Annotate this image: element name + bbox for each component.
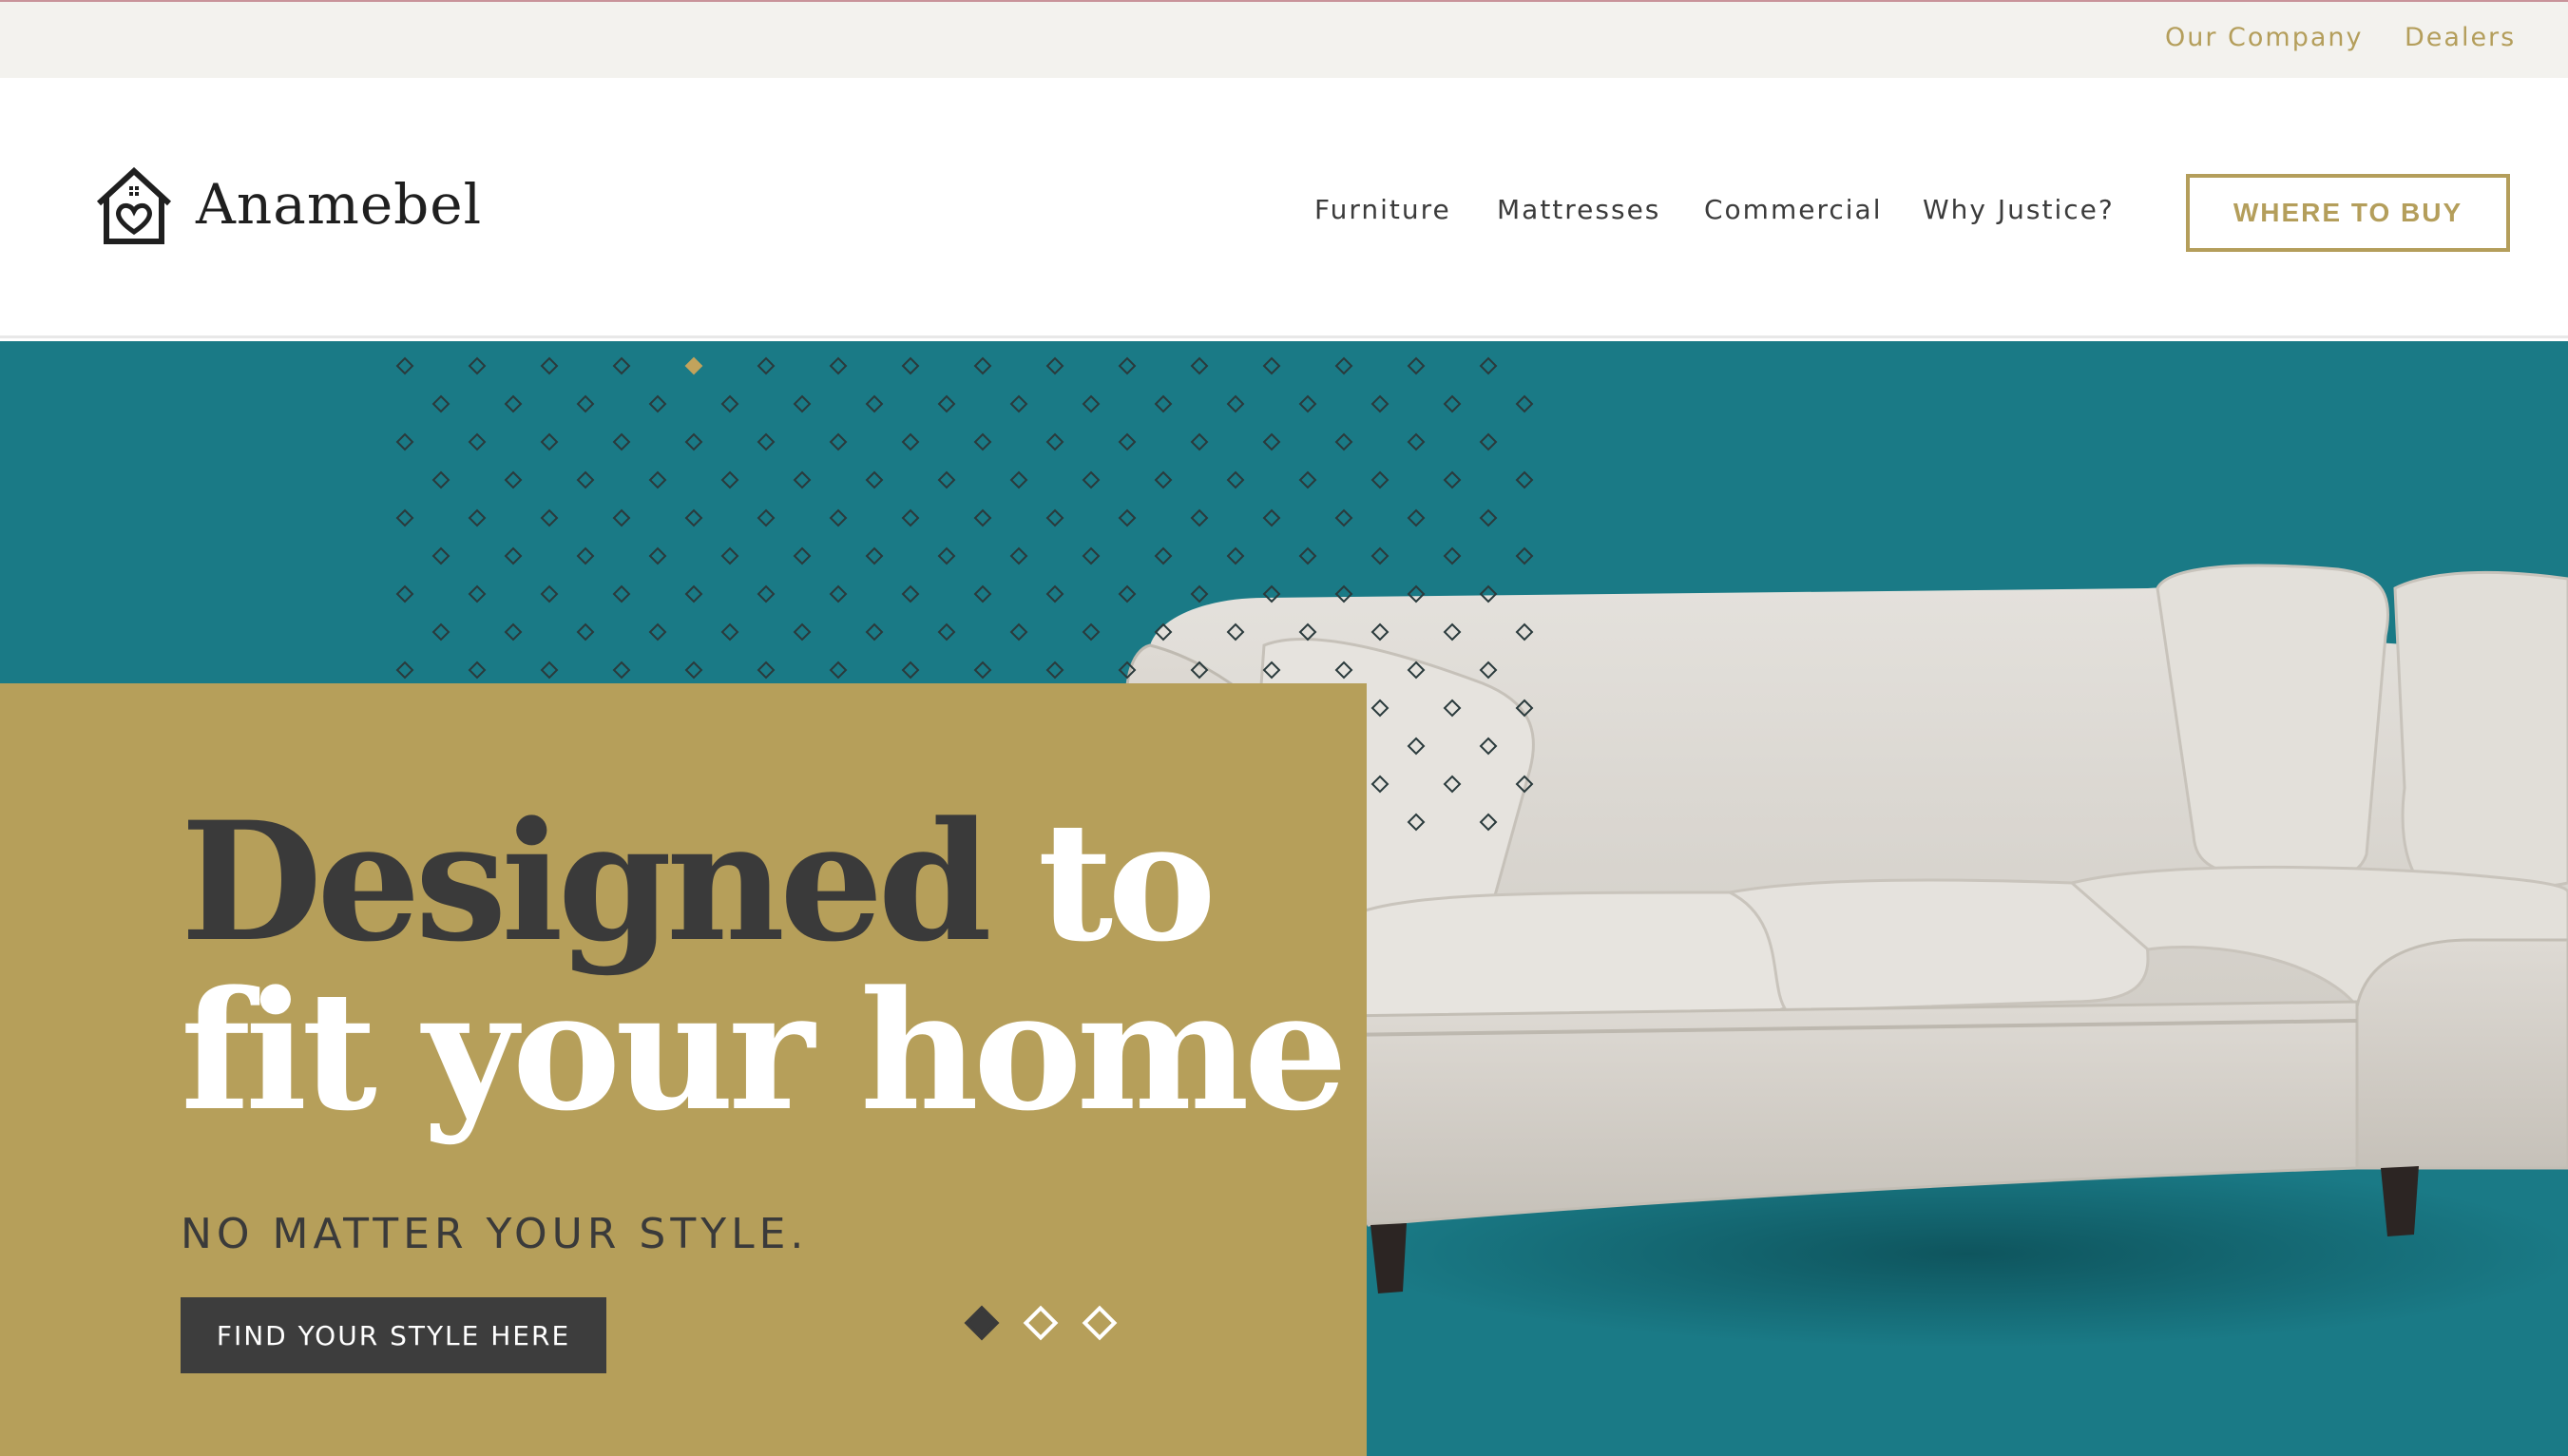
house-heart-icon bbox=[96, 166, 172, 244]
slide-dot-1[interactable] bbox=[964, 1305, 1000, 1341]
headline-word-to: to bbox=[1037, 785, 1217, 978]
hero-headline: Designed to fit your home bbox=[181, 797, 1348, 1136]
logo[interactable]: Anamebel bbox=[91, 162, 482, 247]
dealers-link[interactable]: Dealers bbox=[2405, 23, 2516, 52]
utility-bar: Our Company Dealers bbox=[0, 0, 2568, 78]
hero-banner: Designed to fit your home NO MATTER YOUR… bbox=[0, 341, 2568, 1456]
slide-dot-3[interactable] bbox=[1082, 1305, 1118, 1341]
headline-line-2: fit your home bbox=[181, 954, 1348, 1147]
nav-item-mattresses[interactable]: Mattresses bbox=[1497, 194, 1660, 225]
nav-item-why-justice[interactable]: Why Justice? bbox=[1923, 194, 2115, 225]
our-company-link[interactable]: Our Company bbox=[2165, 23, 2364, 52]
find-your-style-button[interactable]: FIND YOUR STYLE HERE bbox=[181, 1297, 606, 1373]
nav-item-furniture[interactable]: Furniture bbox=[1314, 194, 1451, 225]
slide-dot-2[interactable] bbox=[1023, 1305, 1059, 1341]
hero-subline: NO MATTER YOUR STYLE. bbox=[181, 1210, 809, 1258]
where-to-buy-button[interactable]: WHERE TO BUY bbox=[2186, 174, 2510, 252]
headline-word-designed: Designed bbox=[181, 785, 992, 978]
nav-item-commercial[interactable]: Commercial bbox=[1704, 194, 1882, 225]
slide-pager bbox=[964, 1305, 1118, 1341]
site-header: Anamebel Furniture Mattresses Commercial… bbox=[0, 78, 2568, 338]
logo-text: Anamebel bbox=[196, 172, 483, 237]
